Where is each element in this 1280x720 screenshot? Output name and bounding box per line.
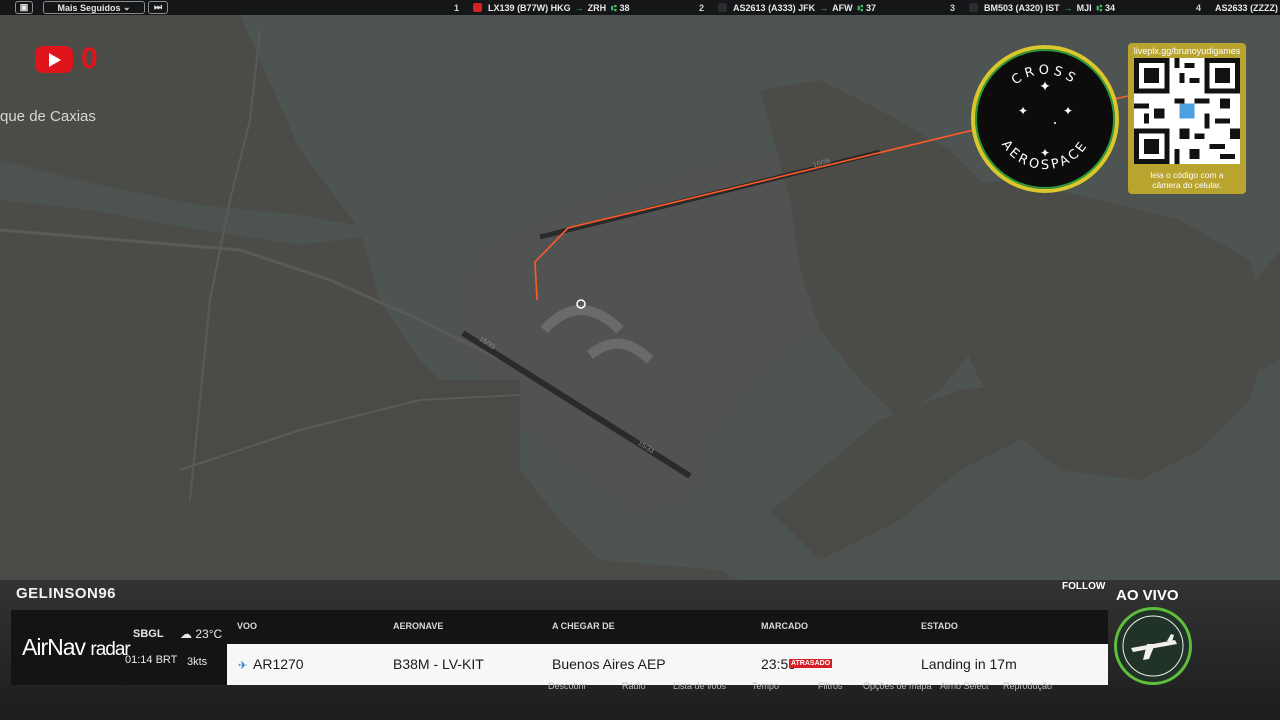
weather: ☁ 23°C <box>180 627 222 641</box>
row-aircraft: B38M - LV-KIT <box>393 656 484 672</box>
flight-callsign: BM503 <box>984 2 1014 13</box>
cross-aerospace-logo: CROSS AEROSPACE ✦ ✦ ✦ ✦ <box>971 45 1119 193</box>
flight-followers: 38 <box>619 2 630 13</box>
arrow-icon: → <box>1063 2 1073 13</box>
qr-code-icon <box>1134 58 1240 164</box>
top-flight-2[interactable]: 2 AS2613 (A333) JFK → AFW ⑆ 37 <box>699 0 876 15</box>
footer-airnav-select[interactable]: Airno Select <box>940 681 989 691</box>
header-status: ESTADO <box>921 621 958 631</box>
flight-aircraft: (A333) <box>768 2 796 13</box>
header-from: A CHEGAR DE <box>552 621 615 631</box>
qr-caption-line2: câmera do celular. <box>1152 180 1222 190</box>
footer-discover[interactable]: Descobrir <box>548 681 587 691</box>
flight-callsign: AS2633 <box>1215 2 1248 13</box>
svg-text:✦: ✦ <box>1039 78 1051 94</box>
dropdown-label: Mais Seguidos <box>57 2 121 13</box>
temperature: 23°C <box>195 627 223 641</box>
youtube-icon <box>35 45 73 73</box>
row-from: Buenos Aires AEP <box>552 656 666 672</box>
most-followed-dropdown[interactable]: Mais Seguidos ⌄ <box>43 1 145 14</box>
qr-caption-line1: leia o código com a <box>1150 170 1224 180</box>
top-flight-4[interactable]: 4 AS2633 (ZZZZ) <box>1196 0 1278 15</box>
svg-text:✦: ✦ <box>1018 104 1028 118</box>
footer-flight-list[interactable]: Lista de voos <box>673 681 726 691</box>
flight-destination: MJI <box>1076 2 1092 13</box>
flight-rank: 2 <box>699 2 705 13</box>
youtube-counter: 0 <box>35 44 98 74</box>
flight-aircraft: (ZZZZ) <box>1250 2 1279 13</box>
flight-callsign: AS2613 <box>733 2 766 13</box>
footer-weather[interactable]: Tempo <box>752 681 779 691</box>
flight-callsign: LX139 <box>488 2 515 13</box>
flight-destination: ZRH <box>587 2 607 13</box>
header-flight: VOO <box>237 621 258 631</box>
flight-aircraft: (B77W) <box>517 2 549 13</box>
airline-logo-icon: ✈ <box>238 660 248 672</box>
map-place-label: que de Caxias <box>0 108 96 125</box>
arrow-icon: → <box>819 2 829 13</box>
flight-destination: AFW <box>832 2 853 13</box>
row-flight: AR1270 <box>253 656 304 672</box>
qr-code-card[interactable]: liveplx.gg/brunoyudigames leia o código … <box>1128 43 1246 194</box>
youtube-count: 0 <box>81 42 98 75</box>
header-aircraft: AERONAVE <box>393 621 444 631</box>
seat-icon: ⑆ <box>611 2 617 13</box>
header-scheduled: MARCADO <box>761 621 808 631</box>
seat-icon: ⑆ <box>857 2 864 13</box>
footer-radio[interactable]: Rádio <box>622 681 646 691</box>
flight-rank: 3 <box>950 2 956 13</box>
cloud-icon: ☁ <box>180 627 192 641</box>
airline-icon <box>718 3 728 12</box>
top-flight-1[interactable]: 1 LX139 (B77W) HKG → ZRH ⑆ 38 <box>454 0 630 15</box>
channel-logo-icon <box>1114 607 1192 685</box>
streamer-username: GELINSON96 <box>16 585 117 602</box>
arrow-icon: → <box>574 2 584 13</box>
top-flight-3[interactable]: 3 BM503 (A320) IST → MJI ⑆ 34 <box>950 0 1115 15</box>
wind-speed: 3kts <box>187 656 208 668</box>
local-time: 01:14 BRT <box>125 654 178 666</box>
live-label: AO VIVO <box>1116 587 1179 604</box>
flight-origin: JFK <box>798 2 816 13</box>
airnav-brand: AirNav <box>22 634 86 660</box>
follow-button[interactable]: FOLLOW <box>1062 581 1105 592</box>
swiss-flag-icon <box>473 3 483 12</box>
flight-aircraft: (A320) <box>1015 2 1044 13</box>
flight-rank: 4 <box>1196 2 1202 13</box>
airline-icon <box>969 3 979 12</box>
skip-icon[interactable]: ⏭ <box>148 1 168 14</box>
seat-icon: ⑆ <box>1096 2 1103 13</box>
qr-url: liveplx.gg/brunoyudigames <box>1133 46 1241 56</box>
delay-badge: ATRASADO <box>789 659 833 668</box>
flight-origin: IST <box>1045 2 1060 13</box>
footer-map-options[interactable]: Opções de mapa <box>863 681 932 691</box>
airnav-logo: AirNav radar <box>22 634 131 661</box>
qr-caption: leia o código com a câmera do celular. <box>1128 170 1246 190</box>
flight-origin: HKG <box>550 2 571 13</box>
airnav-brand-sub: radar <box>90 639 130 660</box>
window-icon[interactable]: ▣ <box>15 1 33 14</box>
row-status: Landing in 17m <box>921 656 1017 672</box>
footer-playback[interactable]: Reprodução <box>1003 681 1052 691</box>
footer-filters[interactable]: Filtros <box>818 681 843 691</box>
airport-code: SBGL <box>133 628 164 640</box>
flight-followers: 37 <box>866 2 877 13</box>
svg-text:✦: ✦ <box>1040 146 1050 160</box>
flight-rank: 1 <box>454 2 460 13</box>
svg-text:✦: ✦ <box>1063 104 1073 118</box>
flight-followers: 34 <box>1105 2 1116 13</box>
